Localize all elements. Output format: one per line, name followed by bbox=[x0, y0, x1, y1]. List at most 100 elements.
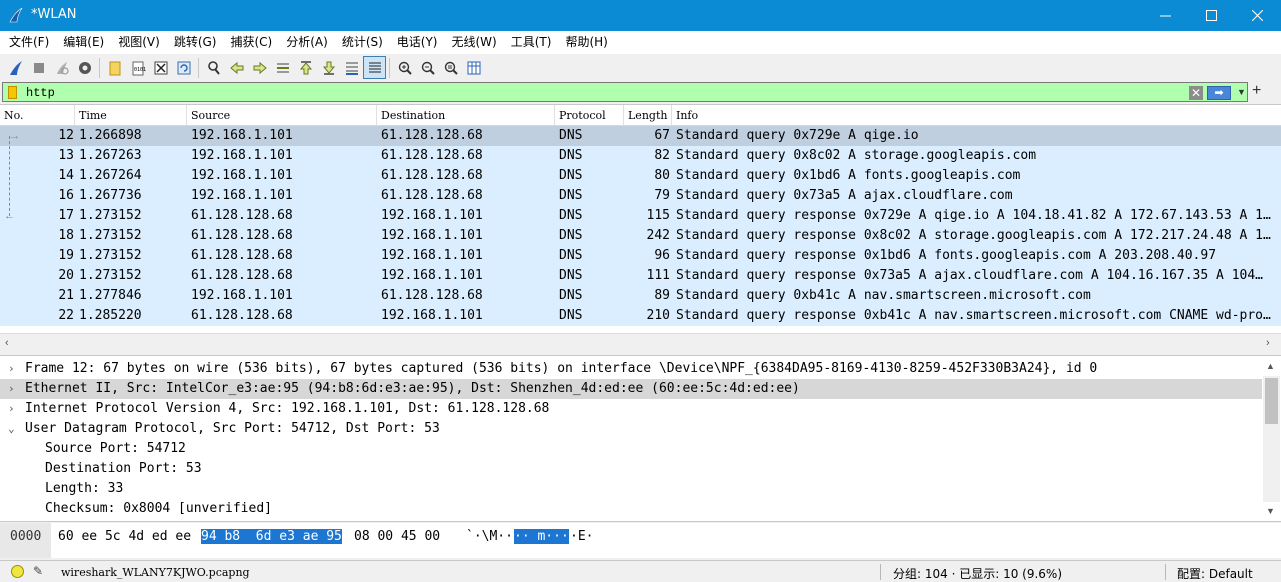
column-header-no[interactable]: No. bbox=[0, 105, 75, 126]
save-file-button[interactable]: 0101 bbox=[126, 56, 149, 79]
zoom-out-button[interactable] bbox=[416, 56, 439, 79]
packet-stats: 分组: 104 · 已显示: 10 (9.6%) bbox=[893, 567, 1062, 581]
bytes-hex-highlight[interactable]: 94 b8 6d e3 ae 95 bbox=[201, 529, 342, 544]
filter-history-dropdown-icon[interactable]: ▼ bbox=[1237, 87, 1246, 97]
restart-capture-button[interactable] bbox=[50, 56, 73, 79]
packet-row[interactable]: 18 1.273152 61.128.128.68 192.168.1.101 DNS 2… bbox=[0, 226, 1281, 246]
menu-help[interactable]: 帮助(H) bbox=[558, 31, 614, 54]
packet-details-vertical-scrollbar[interactable] bbox=[1263, 376, 1280, 502]
detail-tree-row[interactable]: Source Port: 54712 bbox=[0, 439, 1262, 459]
collapsed-chevron-icon[interactable]: › bbox=[8, 359, 15, 379]
detail-tree-row[interactable]: Length: 33 bbox=[0, 479, 1262, 499]
collapsed-chevron-icon[interactable]: › bbox=[8, 379, 15, 399]
menu-telephony[interactable]: 电话(Y) bbox=[390, 31, 445, 54]
packet-row[interactable]: 20 1.273152 61.128.128.68 192.168.1.101 DNS 1… bbox=[0, 266, 1281, 286]
packet-row[interactable]: 17 1.273152 61.128.128.68 192.168.1.101 DNS 1… bbox=[0, 206, 1281, 226]
scroll-down-icon[interactable]: ▼ bbox=[1266, 506, 1275, 516]
packet-row[interactable]: 14 1.267264 192.168.1.101 61.128.128.68 DNS 8… bbox=[0, 166, 1281, 186]
add-filter-button[interactable]: + bbox=[1252, 82, 1261, 100]
stop-capture-button[interactable] bbox=[27, 56, 50, 79]
packet-row[interactable]: 21 1.277846 192.168.1.101 61.128.128.68 DNS 8… bbox=[0, 286, 1281, 306]
filter-bookmark-icon[interactable] bbox=[8, 86, 17, 99]
scroll-up-icon[interactable]: ▲ bbox=[1266, 361, 1275, 371]
bytes-hex-after[interactable]: 08 00 45 00 bbox=[354, 529, 440, 544]
close-button[interactable] bbox=[1234, 0, 1280, 31]
packet-no: 14 bbox=[58, 168, 74, 183]
bytes-ascii-before[interactable]: `·\M·· bbox=[466, 529, 513, 544]
column-header-info[interactable]: Info bbox=[672, 105, 1281, 126]
menu-tools[interactable]: 工具(T) bbox=[504, 31, 559, 54]
packet-row[interactable]: 13 1.267263 192.168.1.101 61.128.128.68 DNS 8… bbox=[0, 146, 1281, 166]
packet-list-horizontal-scrollbar[interactable]: ‹ › bbox=[0, 333, 1281, 353]
start-capture-button[interactable] bbox=[4, 56, 27, 79]
go-to-packet-button[interactable] bbox=[271, 56, 294, 79]
packet-length: 115 bbox=[646, 208, 670, 223]
expert-info-icon[interactable] bbox=[11, 565, 24, 578]
menu-edit[interactable]: 编辑(E) bbox=[56, 31, 111, 54]
menu-wireless[interactable]: 无线(W) bbox=[445, 31, 504, 54]
scroll-right-icon[interactable]: › bbox=[1266, 337, 1270, 349]
zoom-normal-button[interactable] bbox=[439, 56, 462, 79]
detail-tree-row[interactable]: ⌄ User Datagram Protocol, Src Port: 54712… bbox=[0, 419, 1262, 439]
clear-filter-button[interactable]: ✕ bbox=[1189, 86, 1203, 100]
go-to-packet-icon bbox=[276, 63, 289, 72]
menu-file[interactable]: 文件(F) bbox=[2, 31, 56, 54]
detail-text: User Datagram Protocol, Src Port: 54712,… bbox=[25, 421, 440, 436]
detail-tree-row[interactable]: › Internet Protocol Version 4, Src: 192.1… bbox=[0, 399, 1262, 419]
packet-length: 96 bbox=[654, 248, 670, 263]
scroll-left-icon[interactable]: ‹ bbox=[5, 337, 9, 349]
column-header-protocol[interactable]: Protocol bbox=[555, 105, 624, 126]
detail-tree-row[interactable]: Checksum: 0x8004 [unverified] bbox=[0, 499, 1262, 519]
scrollbar-thumb[interactable] bbox=[1265, 378, 1278, 424]
capture-options-button[interactable] bbox=[73, 56, 96, 79]
maximize-button[interactable] bbox=[1188, 0, 1234, 31]
last-packet-button[interactable] bbox=[317, 56, 340, 79]
open-file-button[interactable] bbox=[103, 56, 126, 79]
minimize-button[interactable] bbox=[1142, 0, 1188, 31]
first-packet-button[interactable] bbox=[294, 56, 317, 79]
close-file-button[interactable] bbox=[149, 56, 172, 79]
detail-tree-row[interactable]: › Ethernet II, Src: IntelCor_e3:ae:95 (94… bbox=[0, 379, 1262, 399]
column-header-destination[interactable]: Destination bbox=[377, 105, 555, 126]
bytes-ascii-after[interactable]: ·E· bbox=[570, 529, 593, 544]
zoom-in-button[interactable] bbox=[393, 56, 416, 79]
packet-time: 1.273152 bbox=[79, 248, 142, 263]
zoom-normal-icon bbox=[444, 61, 458, 75]
detail-tree-row[interactable]: Destination Port: 53 bbox=[0, 459, 1262, 479]
profile-switcher[interactable]: 配置: Default bbox=[1177, 565, 1253, 582]
colorize-button[interactable] bbox=[363, 56, 386, 79]
menu-statistics[interactable]: 统计(S) bbox=[335, 31, 390, 54]
apply-filter-button[interactable]: ➡ bbox=[1207, 86, 1231, 100]
packet-length: 242 bbox=[646, 228, 670, 243]
packet-protocol: DNS bbox=[559, 308, 583, 323]
packet-row[interactable]: 12 1.266898 192.168.1.101 61.128.128.68 DNS 6… bbox=[0, 126, 1281, 146]
go-back-button[interactable] bbox=[225, 56, 248, 79]
packet-info: Standard query 0x1bd6 A fonts.googleapis… bbox=[676, 168, 1021, 183]
reload-file-button[interactable] bbox=[172, 56, 195, 79]
packet-row[interactable]: 19 1.273152 61.128.128.68 192.168.1.101 DNS 9… bbox=[0, 246, 1281, 266]
window-title: *WLAN bbox=[31, 7, 77, 22]
auto-scroll-button[interactable] bbox=[340, 56, 363, 79]
bytes-ascii-highlight[interactable]: ·· m··· bbox=[514, 529, 569, 544]
resize-columns-button[interactable] bbox=[462, 56, 485, 79]
expanded-chevron-icon[interactable]: ⌄ bbox=[8, 419, 15, 439]
column-header-length[interactable]: Length bbox=[624, 105, 672, 126]
capture-comment-icon[interactable]: ✎ bbox=[33, 564, 43, 578]
close-file-icon bbox=[154, 61, 167, 74]
collapsed-chevron-icon[interactable]: › bbox=[8, 399, 15, 419]
column-header-source[interactable]: Source bbox=[187, 105, 377, 126]
display-filter-input[interactable]: http ✕ ➡ ▼ bbox=[2, 82, 1248, 102]
packet-source: 61.128.128.68 bbox=[191, 268, 293, 283]
menu-analyze[interactable]: 分析(A) bbox=[279, 31, 335, 54]
go-forward-button[interactable] bbox=[248, 56, 271, 79]
packet-row[interactable]: 16 1.267736 192.168.1.101 61.128.128.68 DNS 7… bbox=[0, 186, 1281, 206]
column-header-time[interactable]: Time bbox=[75, 105, 187, 126]
bytes-hex-before[interactable]: 60 ee 5c 4d ed ee bbox=[58, 529, 191, 544]
menu-capture[interactable]: 捕获(C) bbox=[223, 31, 279, 54]
find-packet-button[interactable] bbox=[202, 56, 225, 79]
menu-view[interactable]: 视图(V) bbox=[111, 31, 167, 54]
detail-tree-row[interactable]: › Frame 12: 67 bytes on wire (536 bits), … bbox=[0, 359, 1262, 379]
menu-go[interactable]: 跳转(G) bbox=[167, 31, 224, 54]
packet-destination: 192.168.1.101 bbox=[381, 228, 483, 243]
packet-row[interactable]: 22 1.285220 61.128.128.68 192.168.1.101 DNS 2… bbox=[0, 306, 1281, 326]
